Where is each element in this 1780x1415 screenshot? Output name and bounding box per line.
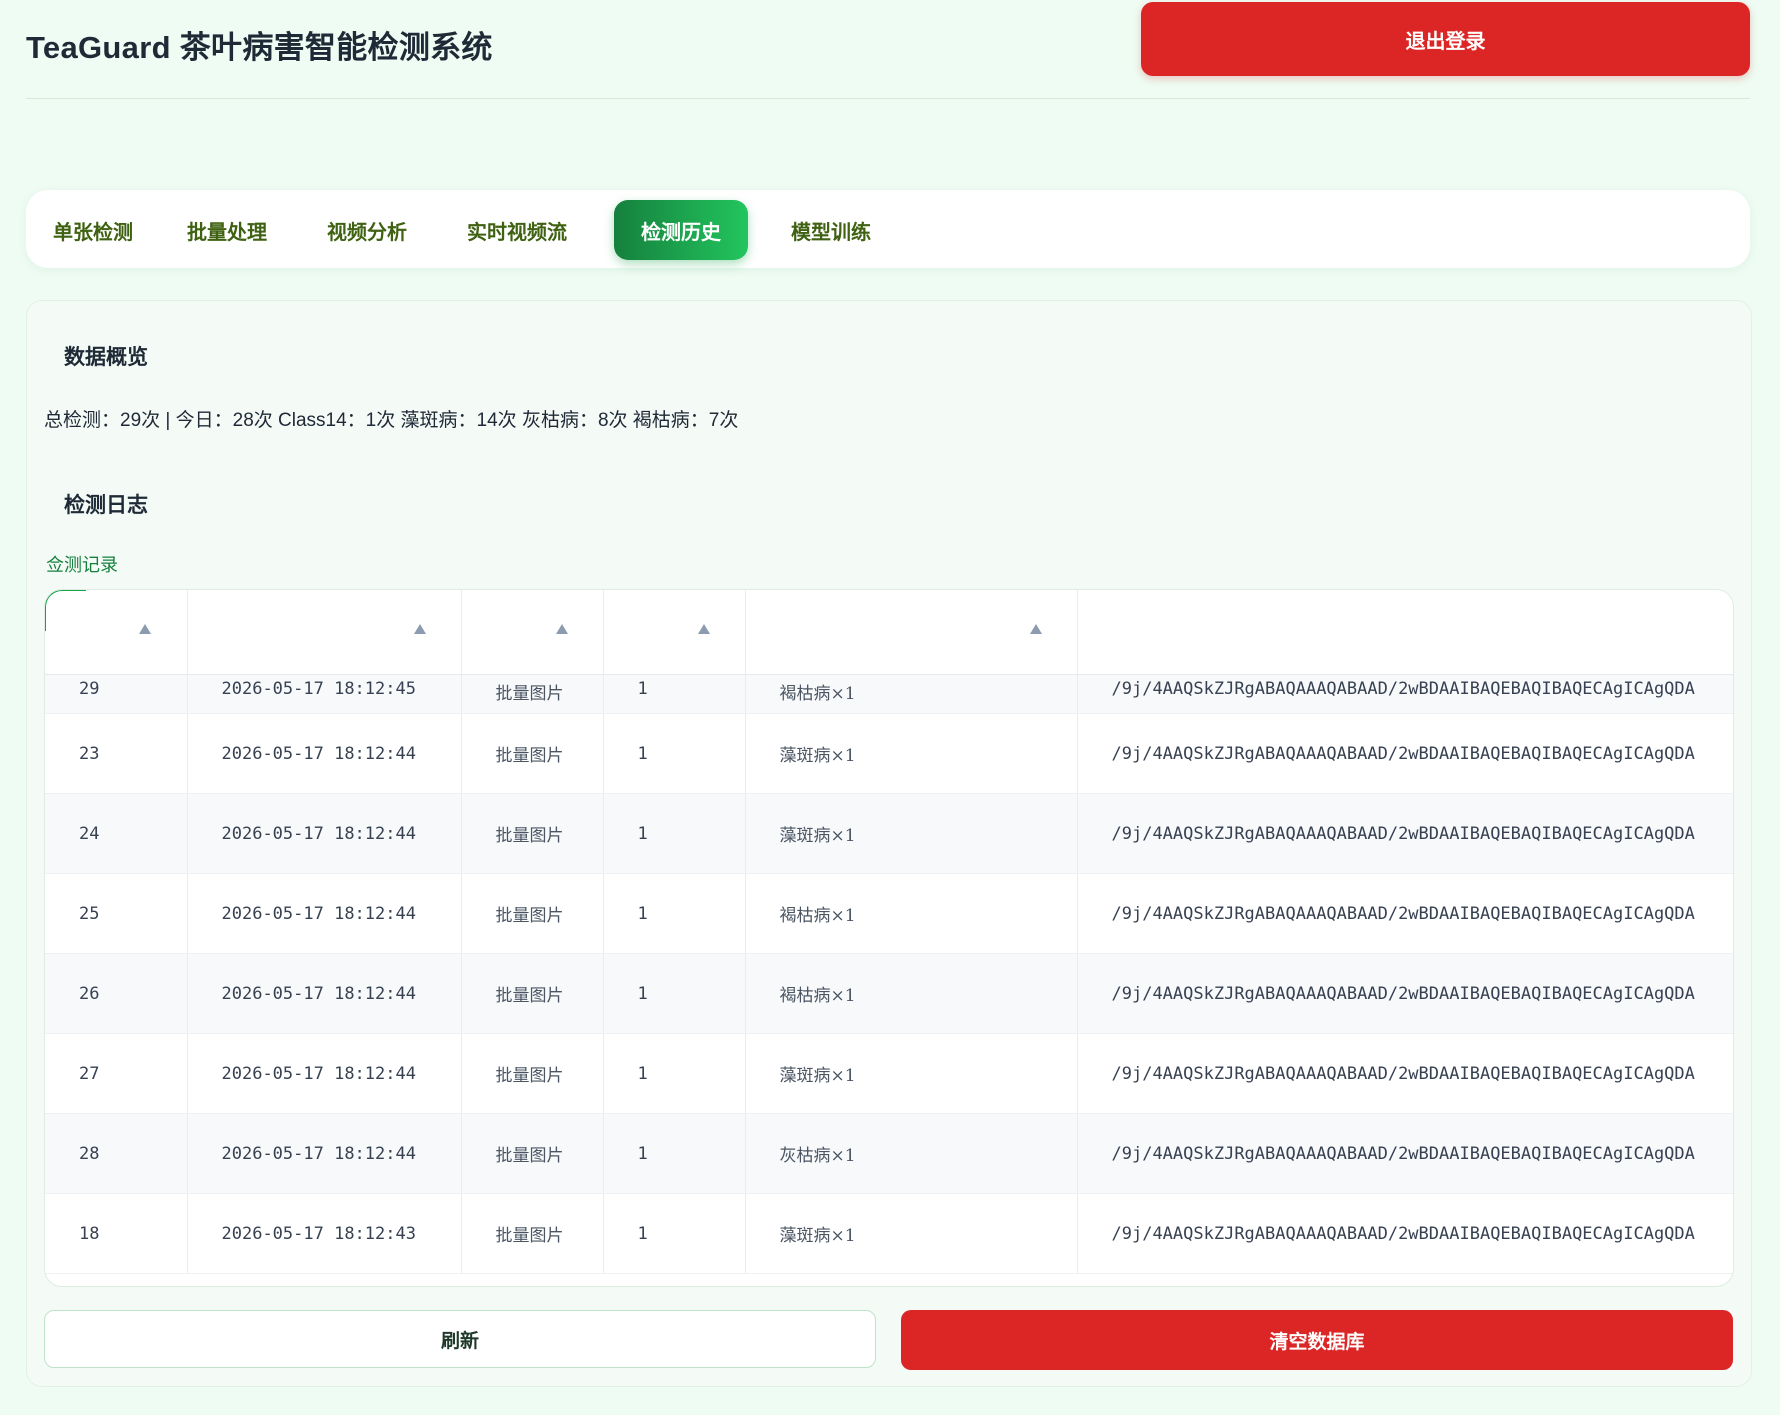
header-source[interactable]	[461, 590, 604, 675]
table-corner-accent	[45, 590, 86, 631]
tab-batch-processing[interactable]: 批量处理	[176, 200, 278, 260]
cell-time: 2026-05-17 18:12:44	[187, 873, 462, 954]
cell-count: 1	[603, 713, 746, 794]
tab-bar: 单张检测 批量处理 视频分析 实时视频流 检测历史 模型训练	[26, 190, 1750, 268]
cell-result: 灰枯病×1	[745, 1113, 1078, 1194]
clear-database-button[interactable]: 清空数据库	[901, 1310, 1733, 1370]
tab-video-analysis[interactable]: 视频分析	[316, 200, 418, 260]
sort-ascending-icon[interactable]	[139, 624, 151, 634]
cell-time: 2026-05-17 18:12:44	[187, 713, 462, 794]
overview-summary: 总检测：29次 | 今日：28次 Class14：1次 藻斑病：14次 灰枯病：…	[44, 410, 739, 431]
cell-count: 1	[603, 953, 746, 1034]
sort-ascending-icon[interactable]	[697, 624, 710, 634]
sort-ascending-icon[interactable]	[555, 624, 568, 634]
cell-count: 1	[603, 1113, 746, 1194]
sort-ascending-icon[interactable]	[413, 624, 426, 634]
tab-realtime-stream[interactable]: 实时视频流	[456, 200, 578, 260]
cell-image-data: /9j/4AAQSkZJRgABAQAAAQABAAD/2wBDAAIBAQEB…	[1077, 793, 1733, 874]
cell-count: 1	[603, 873, 746, 954]
sort-ascending-icon[interactable]	[1029, 624, 1042, 634]
header-time[interactable]	[187, 590, 462, 675]
tab-model-training[interactable]: 模型训练	[780, 200, 882, 260]
cell-id: 29	[45, 674, 188, 714]
cell-image-data: /9j/4AAQSkZJRgABAQAAAQABAAD/2wBDAAIBAQEB…	[1077, 1193, 1733, 1274]
cell-count: 1	[603, 1193, 746, 1274]
cell-source: 批量图片	[461, 1193, 604, 1274]
cell-time: 2026-05-17 18:12:45	[187, 674, 462, 714]
table-row[interactable]: 24 2026-05-17 18:12:44 批量图片 1 藻斑病×1 /9j/…	[45, 793, 1733, 874]
cell-source: 批量图片	[461, 713, 604, 794]
cell-result: 藻斑病×1	[745, 1193, 1078, 1274]
log-heading: 检测日志	[64, 494, 148, 517]
cell-id: 26	[45, 953, 188, 1034]
cell-count: 1	[603, 674, 746, 714]
cell-time: 2026-05-17 18:12:44	[187, 1033, 462, 1114]
cell-time: 2026-05-17 18:12:44	[187, 793, 462, 874]
table-header-row	[45, 590, 1733, 675]
header-count[interactable]	[603, 590, 746, 675]
cell-result: 褐枯病×1	[745, 674, 1078, 714]
header-divider	[26, 98, 1750, 99]
refresh-button[interactable]: 刷新	[44, 1310, 876, 1368]
cell-source: 批量图片	[461, 793, 604, 874]
log-table: 29 2026-05-17 18:12:45 批量图片 1 褐枯病×1 /9j/…	[45, 590, 1733, 1274]
cell-id: 27	[45, 1033, 188, 1114]
cell-result: 藻斑病×1	[745, 793, 1078, 874]
table-row[interactable]: 29 2026-05-17 18:12:45 批量图片 1 褐枯病×1 /9j/…	[45, 674, 1733, 714]
header-image[interactable]	[1077, 590, 1733, 675]
cell-image-data: /9j/4AAQSkZJRgABAQAAAQABAAD/2wBDAAIBAQEB…	[1077, 1033, 1733, 1114]
cell-result: 藻斑病×1	[745, 713, 1078, 794]
table-row[interactable]: 28 2026-05-17 18:12:44 批量图片 1 灰枯病×1 /9j/…	[45, 1113, 1733, 1194]
table-row[interactable]: 25 2026-05-17 18:12:44 批量图片 1 褐枯病×1 /9j/…	[45, 873, 1733, 954]
cell-result: 藻斑病×1	[745, 1033, 1078, 1114]
cell-id: 23	[45, 713, 188, 794]
cell-image-data: /9j/4AAQSkZJRgABAQAAAQABAAD/2wBDAAIBAQEB…	[1077, 713, 1733, 794]
cell-image-data: /9j/4AAQSkZJRgABAQAAAQABAAD/2wBDAAIBAQEB…	[1077, 1113, 1733, 1194]
table-row[interactable]: 26 2026-05-17 18:12:44 批量图片 1 褐枯病×1 /9j/…	[45, 953, 1733, 1034]
cell-source: 批量图片	[461, 1033, 604, 1114]
cell-time: 2026-05-17 18:12:44	[187, 1113, 462, 1194]
cell-id: 18	[45, 1193, 188, 1274]
app-title: TeaGuard 茶叶病害智能检测系统	[26, 30, 493, 65]
table-row[interactable]: 27 2026-05-17 18:12:44 批量图片 1 藻斑病×1 /9j/…	[45, 1033, 1733, 1114]
cell-result: 褐枯病×1	[745, 873, 1078, 954]
cell-source: 批量图片	[461, 674, 604, 714]
header-result[interactable]	[745, 590, 1078, 675]
cell-source: 批量图片	[461, 1113, 604, 1194]
cell-image-data: /9j/4AAQSkZJRgABAQAAAQABAAD/2wBDAAIBAQEB…	[1077, 674, 1733, 714]
cell-source: 批量图片	[461, 953, 604, 1034]
cell-result: 褐枯病×1	[745, 953, 1078, 1034]
tab-detection-history[interactable]: 检测历史	[614, 200, 748, 260]
cell-image-data: /9j/4AAQSkZJRgABAQAAAQABAAD/2wBDAAIBAQEB…	[1077, 953, 1733, 1034]
table-row[interactable]: 18 2026-05-17 18:12:43 批量图片 1 藻斑病×1 /9j/…	[45, 1193, 1733, 1274]
table-row[interactable]: 23 2026-05-17 18:12:44 批量图片 1 藻斑病×1 /9j/…	[45, 713, 1733, 794]
cell-time: 2026-05-17 18:12:44	[187, 953, 462, 1034]
cell-id: 24	[45, 793, 188, 874]
cell-id: 28	[45, 1113, 188, 1194]
logout-button[interactable]: 退出登录	[1141, 2, 1750, 76]
cell-source: 批量图片	[461, 873, 604, 954]
cell-count: 1	[603, 793, 746, 874]
log-table-label: 佥测记录	[46, 555, 118, 575]
overview-heading: 数据概览	[64, 346, 148, 369]
cell-image-data: /9j/4AAQSkZJRgABAQAAAQABAAD/2wBDAAIBAQEB…	[1077, 873, 1733, 954]
cell-id: 25	[45, 873, 188, 954]
history-panel: 数据概览 总检测：29次 | 今日：28次 Class14：1次 藻斑病：14次…	[26, 300, 1752, 1387]
cell-count: 1	[603, 1033, 746, 1114]
log-table-container[interactable]: 29 2026-05-17 18:12:45 批量图片 1 褐枯病×1 /9j/…	[44, 589, 1734, 1287]
tab-single-detection[interactable]: 单张检测	[42, 200, 144, 260]
cell-time: 2026-05-17 18:12:43	[187, 1193, 462, 1274]
